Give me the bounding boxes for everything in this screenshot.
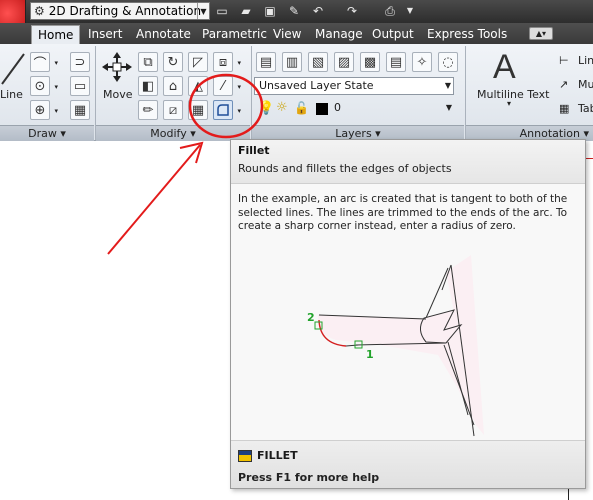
new-icon[interactable]: ▭ xyxy=(214,3,230,19)
redo-icon[interactable]: ↷ xyxy=(344,3,360,19)
save-as-icon[interactable]: ✎ xyxy=(286,3,302,19)
cursor-crosshair xyxy=(568,488,569,500)
tooltip-title: Fillet xyxy=(238,144,270,157)
tooltip-description: In the example, an arc is created that i… xyxy=(238,193,568,232)
erase-icon[interactable]: ⧈ ▾ xyxy=(213,52,241,72)
command-row: FILLET xyxy=(238,449,298,462)
ellipse-icon[interactable]: ⊕ ▾ xyxy=(30,100,58,120)
fillet-icon[interactable]: ▾ xyxy=(213,100,241,120)
gear-icon: ⚙ xyxy=(34,4,45,18)
multileader-label: Mu xyxy=(578,78,593,91)
layer-isolate-icon[interactable]: ▧ xyxy=(308,52,328,72)
workspace-label: 2D Drafting & Annotation xyxy=(48,4,202,18)
unlock-icon[interactable]: 🔓 xyxy=(294,101,309,115)
tab-insert[interactable]: Insert xyxy=(82,25,128,44)
save-icon[interactable]: ▣ xyxy=(262,3,278,19)
line-icon[interactable] xyxy=(0,50,26,86)
plot-icon[interactable]: ⎙ xyxy=(382,3,398,19)
fillet-tooltip: Fillet Rounds and fillets the edges of o… xyxy=(230,139,586,489)
line-label: Line xyxy=(0,88,23,101)
explode-icon[interactable]: ⁄ ▾ xyxy=(213,76,241,96)
command-icon xyxy=(238,449,252,462)
tab-home[interactable]: Home xyxy=(31,25,81,44)
layer-off-icon[interactable]: ▤ xyxy=(386,52,406,72)
chevron-down-icon: ▼ xyxy=(197,3,209,19)
lightbulb-icon[interactable]: 💡 xyxy=(258,101,274,116)
undo-icon[interactable]: ↶ xyxy=(310,3,326,19)
tab-output[interactable]: Output xyxy=(366,25,420,44)
open-icon[interactable]: ▰ xyxy=(238,3,254,19)
layer-walk-icon[interactable]: ◌ xyxy=(438,52,458,72)
tab-view[interactable]: View xyxy=(267,25,307,44)
circle-icon[interactable]: ⊙ ▾ xyxy=(30,76,58,96)
table-label: Tab xyxy=(578,102,593,115)
quick-access-toolbar: ⚙ 2D Drafting & Annotation ▼ ▭ ▰ ▣ ✎ ↶ ↷… xyxy=(0,0,593,23)
hatch-icon[interactable]: ▦ xyxy=(70,100,90,120)
tab-annotate[interactable]: Annotate xyxy=(130,25,197,44)
table-icon[interactable]: ▦ xyxy=(559,102,569,115)
rotate-icon[interactable]: ↻ xyxy=(163,52,183,72)
marker-label-1: 1 xyxy=(366,348,374,361)
offset-icon[interactable]: ✏ xyxy=(138,100,158,120)
draw-panel-label[interactable]: Draw ▾ xyxy=(0,125,94,141)
customize-qat-icon[interactable]: ▼ xyxy=(402,3,418,19)
rectangle-icon[interactable]: ▭ xyxy=(70,76,90,96)
array-grid-icon[interactable]: ▦ xyxy=(188,100,208,120)
tab-express-tools[interactable]: Express Tools xyxy=(421,25,513,44)
workspace-selector[interactable]: ⚙ 2D Drafting & Annotation ▼ xyxy=(30,2,210,20)
layer-state-combo[interactable]: Unsaved Layer State ▼ xyxy=(254,77,454,95)
tooltip-footer: FILLET Press F1 for more help xyxy=(231,440,585,488)
layer-match-icon[interactable]: ✧ xyxy=(412,52,432,72)
layer-properties-icon[interactable]: ▤ xyxy=(256,52,276,72)
tab-parametric[interactable]: Parametric xyxy=(196,25,273,44)
cursor-crosshair xyxy=(585,158,593,159)
sun-icon[interactable]: ☼ xyxy=(276,100,288,115)
color-swatch[interactable] xyxy=(316,103,328,115)
copy-icon[interactable]: ⧉ xyxy=(138,52,158,72)
trim-icon[interactable]: ◸ xyxy=(188,52,208,72)
tooltip-subtitle: Rounds and fillets the edges of objects xyxy=(238,162,452,175)
linear-label: Lin xyxy=(578,54,593,67)
layer-freeze-icon[interactable]: ▩ xyxy=(360,52,380,72)
chevron-down-icon: ▼ xyxy=(444,81,451,90)
multileader-icon[interactable]: ↗ xyxy=(559,78,568,91)
multiline-text-label: Multiline Text xyxy=(477,88,550,101)
polyline-icon[interactable]: ⌒ ▾ xyxy=(30,52,58,72)
ribbon: Line ⌒ ▾ ⊙ ▾ ⊕ ▾ ⊃ ▭ ▦ Draw ▾ Move ⧉ ↻ ◸ ⧈ ▾… xyxy=(0,44,593,141)
stretch-icon[interactable]: ⌂ xyxy=(163,76,183,96)
layer-combo[interactable]: 0 ▼ xyxy=(330,100,454,118)
linear-dimension-icon[interactable]: ⊢ xyxy=(559,54,569,67)
move-label: Move xyxy=(103,88,133,101)
marker-label-2: 2 xyxy=(307,311,315,324)
tooltip-help-hint: Press F1 for more help xyxy=(238,471,380,484)
command-name: FILLET xyxy=(257,449,298,462)
mirror-icon[interactable]: ◧ xyxy=(138,76,158,96)
layer-name-value: 0 xyxy=(334,101,341,114)
chevron-down-icon: ▾ xyxy=(507,99,512,108)
ribbon-minimize-button[interactable]: ▲▾ xyxy=(529,27,553,40)
modify-panel-label[interactable]: Modify ▾ xyxy=(96,125,250,141)
tooltip-header: Fillet Rounds and fillets the edges of o… xyxy=(231,140,585,184)
layer-unisolate-icon[interactable]: ▨ xyxy=(334,52,354,72)
scale-icon[interactable]: ◭ xyxy=(188,76,208,96)
layer-state-value: Unsaved Layer State xyxy=(259,79,374,92)
move-icon[interactable] xyxy=(102,52,132,82)
chevron-down-icon: ▼ xyxy=(445,103,452,112)
layer-states-icon[interactable]: ▥ xyxy=(282,52,302,72)
multiline-text-icon[interactable]: A xyxy=(493,48,516,87)
array-icon[interactable]: ⧄ xyxy=(163,100,183,120)
ribbon-tabs: Home Insert Annotate Parametric View Man… xyxy=(0,23,593,44)
arc-icon[interactable]: ⊃ xyxy=(70,52,90,72)
fillet-illustration xyxy=(314,255,484,437)
tab-manage[interactable]: Manage xyxy=(309,25,369,44)
